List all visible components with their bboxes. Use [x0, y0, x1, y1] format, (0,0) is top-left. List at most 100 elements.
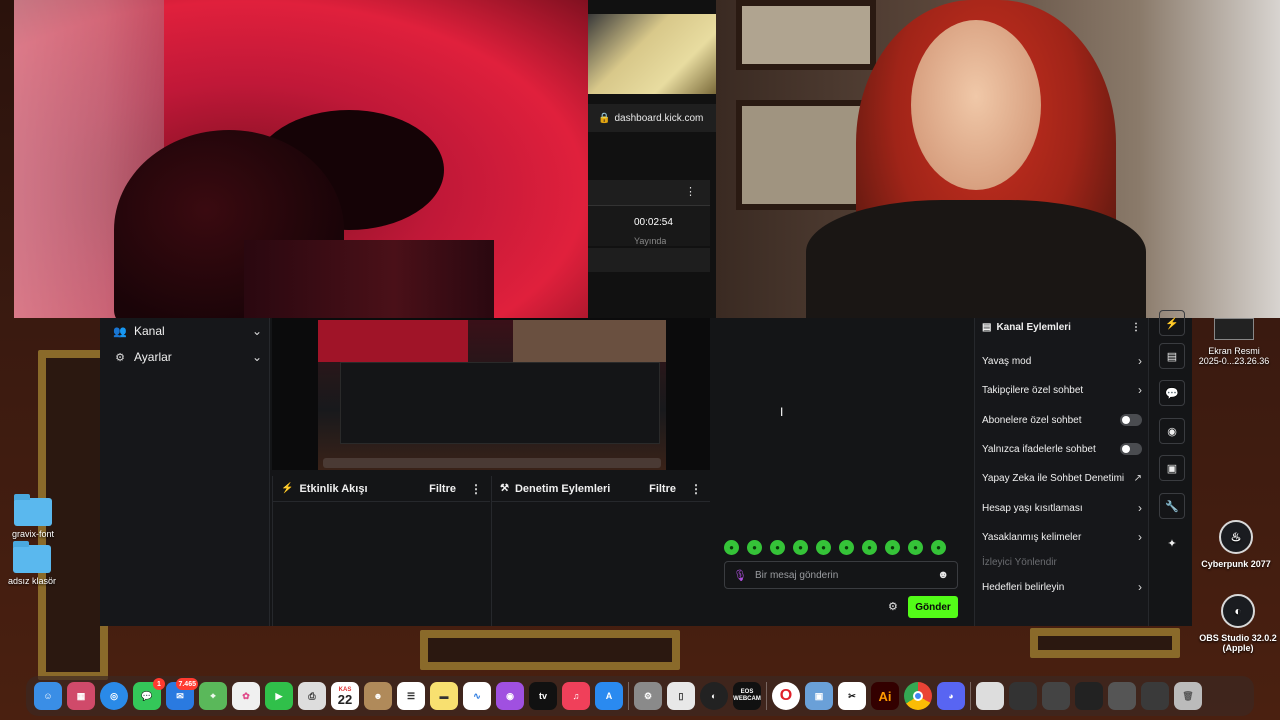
- recent-window-icon[interactable]: [1075, 682, 1103, 710]
- url-text: dashboard.kick.com: [614, 112, 704, 124]
- action-emotes-only[interactable]: Yalnızca ifadelerle sohbet: [982, 439, 1142, 459]
- desktop-app-cyberpunk[interactable]: ♨ Cyberpunk 2077: [1200, 520, 1272, 569]
- activity-filter-button[interactable]: Filtre: [429, 483, 456, 495]
- maps-icon[interactable]: ⌖: [199, 682, 227, 710]
- messages-icon[interactable]: 💬 1: [133, 678, 165, 710]
- preview-webcam-right: [513, 320, 666, 362]
- emote-icon[interactable]: ●: [931, 540, 946, 555]
- emote-icon[interactable]: ●: [793, 540, 808, 555]
- emote-icon[interactable]: ●: [747, 540, 762, 555]
- action-slow-mode[interactable]: Yavaş mod ›: [982, 351, 1142, 371]
- action-host-viewers: İzleyici Yönlendir: [982, 552, 1142, 572]
- obs-icon[interactable]: ◐: [700, 682, 728, 710]
- eos-webcam-icon[interactable]: EOS WEBCAM: [733, 682, 761, 710]
- desktop-icon-label: adsız klasör: [8, 576, 57, 586]
- sparkle-icon[interactable]: ✦: [1159, 530, 1185, 556]
- channel-actions-header: ▤ Kanal Eylemleri ⋮: [975, 318, 1148, 336]
- smile-icon[interactable]: ☻: [937, 569, 949, 581]
- capcut-icon[interactable]: ✂: [838, 682, 866, 710]
- gear-icon[interactable]: ⚙: [888, 600, 898, 613]
- action-followers-only[interactable]: Takipçilere özel sohbet ›: [982, 380, 1142, 400]
- freeform-icon[interactable]: ∿: [463, 682, 491, 710]
- emote-icon[interactable]: ●: [724, 540, 739, 555]
- desktop-folder-adsiz-klasor[interactable]: adsız klasör: [8, 541, 57, 586]
- right-toolbar: ⚡ ▤ 💬 ◉ ▣ 🔧 ✦: [1148, 310, 1192, 626]
- app-store-icon[interactable]: A: [595, 682, 623, 710]
- emote-icon[interactable]: ●: [885, 540, 900, 555]
- recent-window-icon[interactable]: [1009, 682, 1037, 710]
- discord-icon[interactable]: ◕: [937, 682, 965, 710]
- action-label: Hedefleri belirleyin: [982, 581, 1065, 593]
- action-account-age[interactable]: Hesap yaşı kısıtlaması ›: [982, 498, 1142, 518]
- action-subscribers-only[interactable]: Abonelere özel sohbet: [982, 410, 1142, 430]
- podcasts-icon[interactable]: ◉: [496, 682, 524, 710]
- contacts-icon[interactable]: ☻: [364, 682, 392, 710]
- launchpad-icon[interactable]: ▦: [67, 682, 95, 710]
- document-icon[interactable]: ▤: [1159, 343, 1185, 369]
- mail-icon[interactable]: ✉ 7.465: [166, 678, 198, 710]
- wallpaper-picture-frame: [420, 630, 680, 670]
- camera-icon[interactable]: ▣: [1159, 455, 1185, 481]
- chevron-right-icon: ›: [1138, 354, 1142, 368]
- emote-icon[interactable]: ●: [770, 540, 785, 555]
- recent-window-icon[interactable]: [1108, 682, 1136, 710]
- emote-icon[interactable]: ●: [816, 540, 831, 555]
- more-icon[interactable]: ⋮: [1131, 322, 1141, 333]
- more-icon[interactable]: ⋮: [685, 185, 696, 198]
- wrench-icon[interactable]: 🔧: [1159, 493, 1185, 519]
- opera-icon[interactable]: O: [772, 682, 800, 710]
- url-bar[interactable]: 🔒 dashboard.kick.com: [588, 104, 716, 132]
- reminders-icon[interactable]: ☰: [397, 682, 425, 710]
- facetime-icon[interactable]: ▶: [265, 682, 293, 710]
- screenshot-icon[interactable]: ⎙: [298, 682, 326, 710]
- chat-message-input[interactable]: 🎙 Bir mesaj gönderin ☻: [724, 561, 958, 589]
- gear-icon: ⚙: [115, 351, 125, 364]
- music-icon[interactable]: ♫: [562, 682, 590, 710]
- more-icon[interactable]: ⋮: [470, 482, 482, 496]
- chrome-icon[interactable]: [904, 682, 932, 710]
- send-button[interactable]: Gönder: [908, 596, 958, 618]
- webcam-feed-left: [14, 0, 588, 318]
- moderation-filter-button[interactable]: Filtre: [649, 483, 676, 495]
- stream-preview[interactable]: [272, 318, 710, 470]
- emotes-only-toggle[interactable]: [1120, 443, 1142, 455]
- desktop-folder-gravix-font[interactable]: gravix-font: [12, 494, 54, 539]
- desktop-screenshot-file[interactable]: Ekran Resmi 2025-0...23.26.36: [1196, 318, 1272, 366]
- streamer-right-body: [806, 200, 1146, 318]
- microphone-icon[interactable]: 🎙: [733, 569, 747, 582]
- text-cursor-icon: I: [780, 405, 784, 419]
- panel-footer: [588, 248, 710, 272]
- emote-icon[interactable]: ●: [908, 540, 923, 555]
- recent-window-icon[interactable]: [1042, 682, 1070, 710]
- action-ai-moderation[interactable]: Yapay Zeka ile Sohbet Denetimi ↗: [982, 468, 1142, 488]
- more-icon[interactable]: ⋮: [690, 482, 702, 496]
- tv-icon[interactable]: tv: [529, 682, 557, 710]
- illustrator-icon[interactable]: Ai: [871, 682, 899, 710]
- broadcast-icon[interactable]: ◉: [1159, 418, 1185, 444]
- sidebar-item-kanal[interactable]: 👥 Kanal ⌄: [112, 319, 262, 343]
- system-settings-icon[interactable]: ⚙: [634, 682, 662, 710]
- painting: [588, 14, 716, 94]
- safari-icon[interactable]: ◎: [100, 682, 128, 710]
- lightning-icon[interactable]: ⚡: [1159, 310, 1185, 336]
- emote-icon[interactable]: ●: [839, 540, 854, 555]
- notes-icon[interactable]: ▬: [430, 682, 458, 710]
- subscribers-only-toggle[interactable]: [1120, 414, 1142, 426]
- recent-document-icon[interactable]: [976, 682, 1004, 710]
- preview-icon[interactable]: ▣: [805, 682, 833, 710]
- emote-icon[interactable]: ●: [862, 540, 877, 555]
- chat-icon[interactable]: 💬: [1159, 380, 1185, 406]
- calendar-icon[interactable]: KAS 22: [331, 682, 359, 710]
- sidebar-item-ayarlar[interactable]: ⚙ Ayarlar ⌄: [112, 345, 262, 369]
- kick-dashboard-window: 👥 Kanal ⌄ ⚙ Ayarlar ⌄ ⚡ Etkinlik Akışı F…: [100, 310, 1192, 626]
- iphone-mirroring-icon[interactable]: ▯: [667, 682, 695, 710]
- trash-icon[interactable]: 🗑: [1174, 682, 1202, 710]
- action-label: Yapay Zeka ile Sohbet Denetimi: [982, 472, 1125, 484]
- finder-icon[interactable]: ☺: [34, 682, 62, 710]
- action-set-goals[interactable]: Hedefleri belirleyin ›: [982, 577, 1142, 597]
- recent-window-icon[interactable]: [1141, 682, 1169, 710]
- photos-icon[interactable]: ✿: [232, 682, 260, 710]
- desktop-app-obs[interactable]: ◐ OBS Studio 32.0.2 (Apple): [1198, 594, 1278, 653]
- action-banned-words[interactable]: Yasaklanmış kelimeler ›: [982, 527, 1142, 547]
- webcam-feed-right: [716, 0, 1280, 318]
